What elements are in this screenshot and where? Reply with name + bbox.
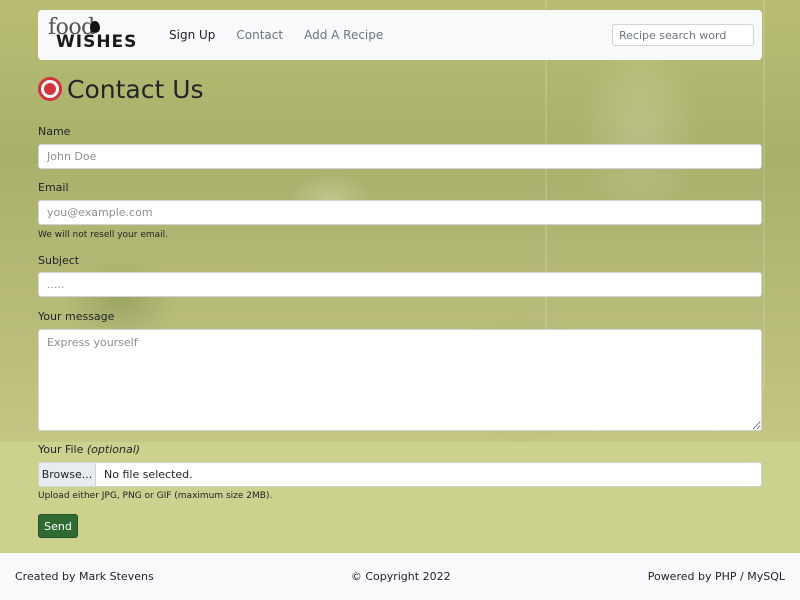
file-label-note: (optional)	[86, 443, 141, 456]
nav-links: Sign Up Contact Add A Recipe	[169, 28, 404, 42]
footer-powered-by: Powered by PHP / MySQL	[647, 570, 785, 583]
brand-logo-bottom: WISHES	[56, 32, 138, 52]
file-help-text: Upload either JPG, PNG or GIF (maximum s…	[38, 491, 273, 501]
name-input[interactable]	[38, 144, 762, 169]
send-button[interactable]: Send	[38, 514, 78, 538]
page-title: Contact Us	[67, 74, 204, 104]
name-label: Name	[38, 125, 71, 138]
email-label: Email	[38, 181, 69, 194]
email-input[interactable]	[38, 200, 762, 225]
nav-link-add-recipe[interactable]: Add A Recipe	[304, 28, 383, 42]
file-label: Your File (optional)	[38, 443, 140, 456]
file-input[interactable]: Browse... No file selected.	[38, 462, 762, 487]
brand-logo[interactable]: food WISHES	[48, 15, 150, 55]
file-label-text: Your File	[38, 443, 84, 456]
footer-copyright: © Copyright 2022	[350, 570, 451, 583]
subject-label: Subject	[38, 254, 80, 267]
page-title-row: Contact Us	[38, 72, 204, 106]
subject-input[interactable]	[38, 272, 762, 297]
browse-button[interactable]: Browse...	[39, 463, 96, 486]
plate-icon	[38, 77, 62, 101]
nav-link-sign-up[interactable]: Sign Up	[169, 28, 215, 42]
navbar: food WISHES Sign Up Contact Add A Recipe	[38, 10, 762, 60]
message-textarea[interactable]	[38, 329, 762, 431]
message-label: Your message	[38, 310, 115, 323]
nav-link-contact[interactable]: Contact	[236, 28, 283, 42]
footer: Created by Mark Stevens © Copyright 2022…	[0, 553, 800, 600]
recipe-search-input[interactable]	[612, 24, 754, 46]
footer-credit: Created by Mark Stevens	[15, 570, 154, 583]
file-status: No file selected.	[104, 468, 193, 481]
email-help-text: We will not resell your email.	[38, 230, 168, 240]
